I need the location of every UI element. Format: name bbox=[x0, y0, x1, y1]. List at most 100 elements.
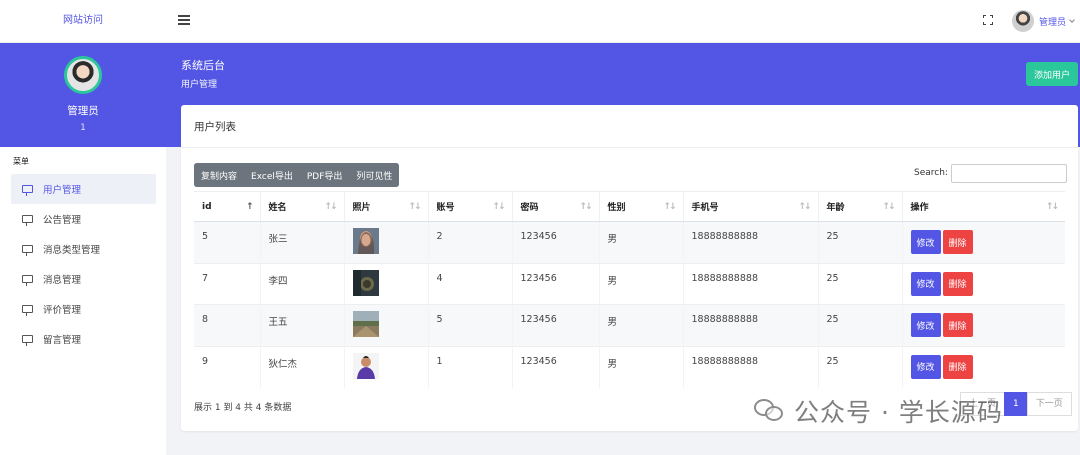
user-table: id ↑ 姓名 ↑↓ 照片 ↑↓ 账号 ↑↓ 密码 ↑↓ 性别 ↑↓ 手机号 ↑↓ 年龄 ↑↓ … bbox=[194, 191, 1065, 388]
cell-name: 王五 bbox=[259, 304, 344, 346]
profile-avatar bbox=[64, 56, 102, 94]
edit-button[interactable]: 修改 bbox=[910, 313, 941, 337]
sort-icon: ↑↓ bbox=[798, 202, 811, 212]
sort-icon: ↑↓ bbox=[492, 202, 505, 212]
sidebar-item-notice-management[interactable]: 公告管理 bbox=[11, 204, 156, 234]
monitor-icon bbox=[22, 305, 33, 316]
user-name: 管理员 bbox=[1039, 17, 1067, 28]
cell-id: 9 bbox=[194, 345, 260, 388]
table-row: 5 张三 2 123456 男 18888888888 25 修改 删除 bbox=[194, 221, 1065, 263]
pagination-page-1[interactable]: 1 bbox=[1004, 392, 1028, 416]
cell-phone: 18888888888 bbox=[682, 262, 818, 305]
cell-age: 25 bbox=[817, 304, 902, 346]
delete-button[interactable]: 删除 bbox=[942, 271, 973, 296]
cell-age: 25 bbox=[817, 262, 902, 305]
divider bbox=[181, 147, 1078, 148]
column-header-id[interactable]: id ↑ bbox=[194, 191, 260, 222]
avatar bbox=[1012, 10, 1034, 32]
export-button-group: 复制内容 Excel导出 PDF导出 列可见性 bbox=[194, 163, 400, 187]
edit-button[interactable]: 修改 bbox=[910, 271, 941, 296]
cell-phone: 18888888888 bbox=[682, 304, 818, 346]
column-header-actions[interactable]: 操作 ↑↓ bbox=[901, 191, 1065, 222]
sidebar-item-user-management[interactable]: 用户管理 bbox=[11, 174, 156, 204]
chevron-down-icon bbox=[1069, 17, 1075, 23]
monitor-icon bbox=[22, 245, 33, 256]
search-box: Search: bbox=[914, 163, 1067, 183]
cell-password: 123456 bbox=[511, 304, 599, 346]
cell-id: 8 bbox=[194, 304, 260, 346]
sidebar-item-message-type-management[interactable]: 消息类型管理 bbox=[11, 234, 156, 264]
delete-button[interactable]: 删除 bbox=[942, 354, 973, 379]
column-visibility-button[interactable]: 列可见性 bbox=[349, 163, 400, 187]
sidebar-item-guestbook-management[interactable]: 留言管理 bbox=[11, 324, 156, 354]
sort-icon: ↑↓ bbox=[324, 202, 337, 212]
breadcrumb: 用户管理 bbox=[181, 80, 218, 90]
sidebar-item-review-management[interactable]: 评价管理 bbox=[11, 294, 156, 324]
cell-phone: 18888888888 bbox=[682, 221, 818, 263]
cell-age: 25 bbox=[817, 221, 902, 263]
column-header-photo[interactable]: 照片 ↑↓ bbox=[343, 191, 428, 222]
column-header-gender[interactable]: 性别 ↑↓ bbox=[598, 191, 683, 222]
column-header-name[interactable]: 姓名 ↑↓ bbox=[259, 191, 344, 222]
fullscreen-icon[interactable] bbox=[983, 15, 993, 25]
pagination-next[interactable]: 下一页 bbox=[1026, 392, 1072, 416]
delete-button[interactable]: 删除 bbox=[942, 230, 973, 254]
sort-icon: ↑↓ bbox=[882, 202, 895, 212]
search-input[interactable] bbox=[950, 163, 1067, 183]
cell-account: 2 bbox=[427, 221, 512, 263]
top-navbar: 网站访问 管理员 bbox=[0, 0, 1080, 43]
cell-gender: 男 bbox=[598, 304, 683, 346]
cell-password: 123456 bbox=[511, 221, 599, 263]
sidebar-item-label: 消息类型管理 bbox=[43, 245, 101, 256]
cell-phone: 18888888888 bbox=[682, 345, 818, 388]
cell-name: 李四 bbox=[259, 262, 344, 305]
user-photo-thumbnail bbox=[352, 228, 379, 254]
site-visit-link[interactable]: 网站访问 bbox=[0, 0, 166, 43]
sort-icon: ↑↓ bbox=[408, 202, 421, 212]
cell-age: 25 bbox=[817, 345, 902, 388]
user-photo-thumbnail bbox=[352, 269, 379, 296]
delete-button[interactable]: 删除 bbox=[942, 313, 973, 337]
sidebar: 菜单 用户管理 公告管理 消息类型管理 消息管理 评价管理 留言管理 bbox=[0, 147, 166, 455]
cell-id: 7 bbox=[194, 262, 260, 305]
cell-photo bbox=[343, 262, 428, 305]
sidebar-item-label: 公告管理 bbox=[43, 215, 82, 226]
watermark-text: 公众号 · 学长源码 bbox=[794, 398, 1003, 427]
edit-button[interactable]: 修改 bbox=[910, 230, 941, 254]
sidebar-item-label: 用户管理 bbox=[43, 185, 82, 196]
table-row: 7 李四 4 123456 男 18888888888 25 修改 删除 bbox=[194, 262, 1065, 305]
cell-account: 1 bbox=[427, 345, 512, 388]
column-header-account[interactable]: 账号 ↑↓ bbox=[427, 191, 512, 222]
table-header-row: id ↑ 姓名 ↑↓ 照片 ↑↓ 账号 ↑↓ 密码 ↑↓ 性别 ↑↓ 手机号 ↑↓ 年龄 ↑↓ … bbox=[194, 191, 1065, 222]
watermark: 公众号 · 学长源码 bbox=[754, 393, 1003, 429]
column-header-age[interactable]: 年龄 ↑↓ bbox=[817, 191, 902, 222]
sort-icon: ↑↓ bbox=[1045, 202, 1059, 212]
user-photo-thumbnail bbox=[352, 311, 379, 337]
menu-heading: 菜单 bbox=[13, 157, 29, 166]
table-row: 9 狄仁杰 1 123456 男 18888888888 25 修改 删除 bbox=[194, 345, 1065, 388]
card-title: 用户列表 bbox=[194, 121, 236, 133]
column-header-phone[interactable]: 手机号 ↑↓ bbox=[682, 191, 818, 222]
excel-export-button[interactable]: Excel导出 bbox=[244, 163, 300, 187]
sidebar-item-label: 留言管理 bbox=[43, 335, 82, 346]
sidebar-item-label: 评价管理 bbox=[43, 305, 82, 316]
cell-password: 123456 bbox=[511, 345, 599, 388]
sort-icon: ↑↓ bbox=[663, 202, 676, 212]
monitor-icon bbox=[22, 275, 33, 286]
pdf-export-button[interactable]: PDF导出 bbox=[299, 163, 350, 187]
page-title: 系统后台 bbox=[181, 59, 225, 72]
cell-gender: 男 bbox=[598, 262, 683, 305]
cell-photo bbox=[343, 221, 428, 263]
sort-asc-icon: ↑ bbox=[245, 202, 253, 212]
copy-button[interactable]: 复制内容 bbox=[194, 163, 245, 187]
add-user-button[interactable]: 添加用户 bbox=[1026, 62, 1078, 86]
edit-button[interactable]: 修改 bbox=[910, 354, 941, 379]
monitor-icon bbox=[22, 335, 33, 346]
sidebar-item-message-management[interactable]: 消息管理 bbox=[11, 264, 156, 294]
cell-id: 5 bbox=[194, 221, 260, 263]
column-header-password[interactable]: 密码 ↑↓ bbox=[511, 191, 599, 222]
user-dropdown[interactable]: 管理员 bbox=[1012, 9, 1075, 33]
cell-name: 张三 bbox=[259, 221, 344, 263]
cell-password: 123456 bbox=[511, 262, 599, 305]
hamburger-menu-icon[interactable] bbox=[178, 15, 190, 25]
